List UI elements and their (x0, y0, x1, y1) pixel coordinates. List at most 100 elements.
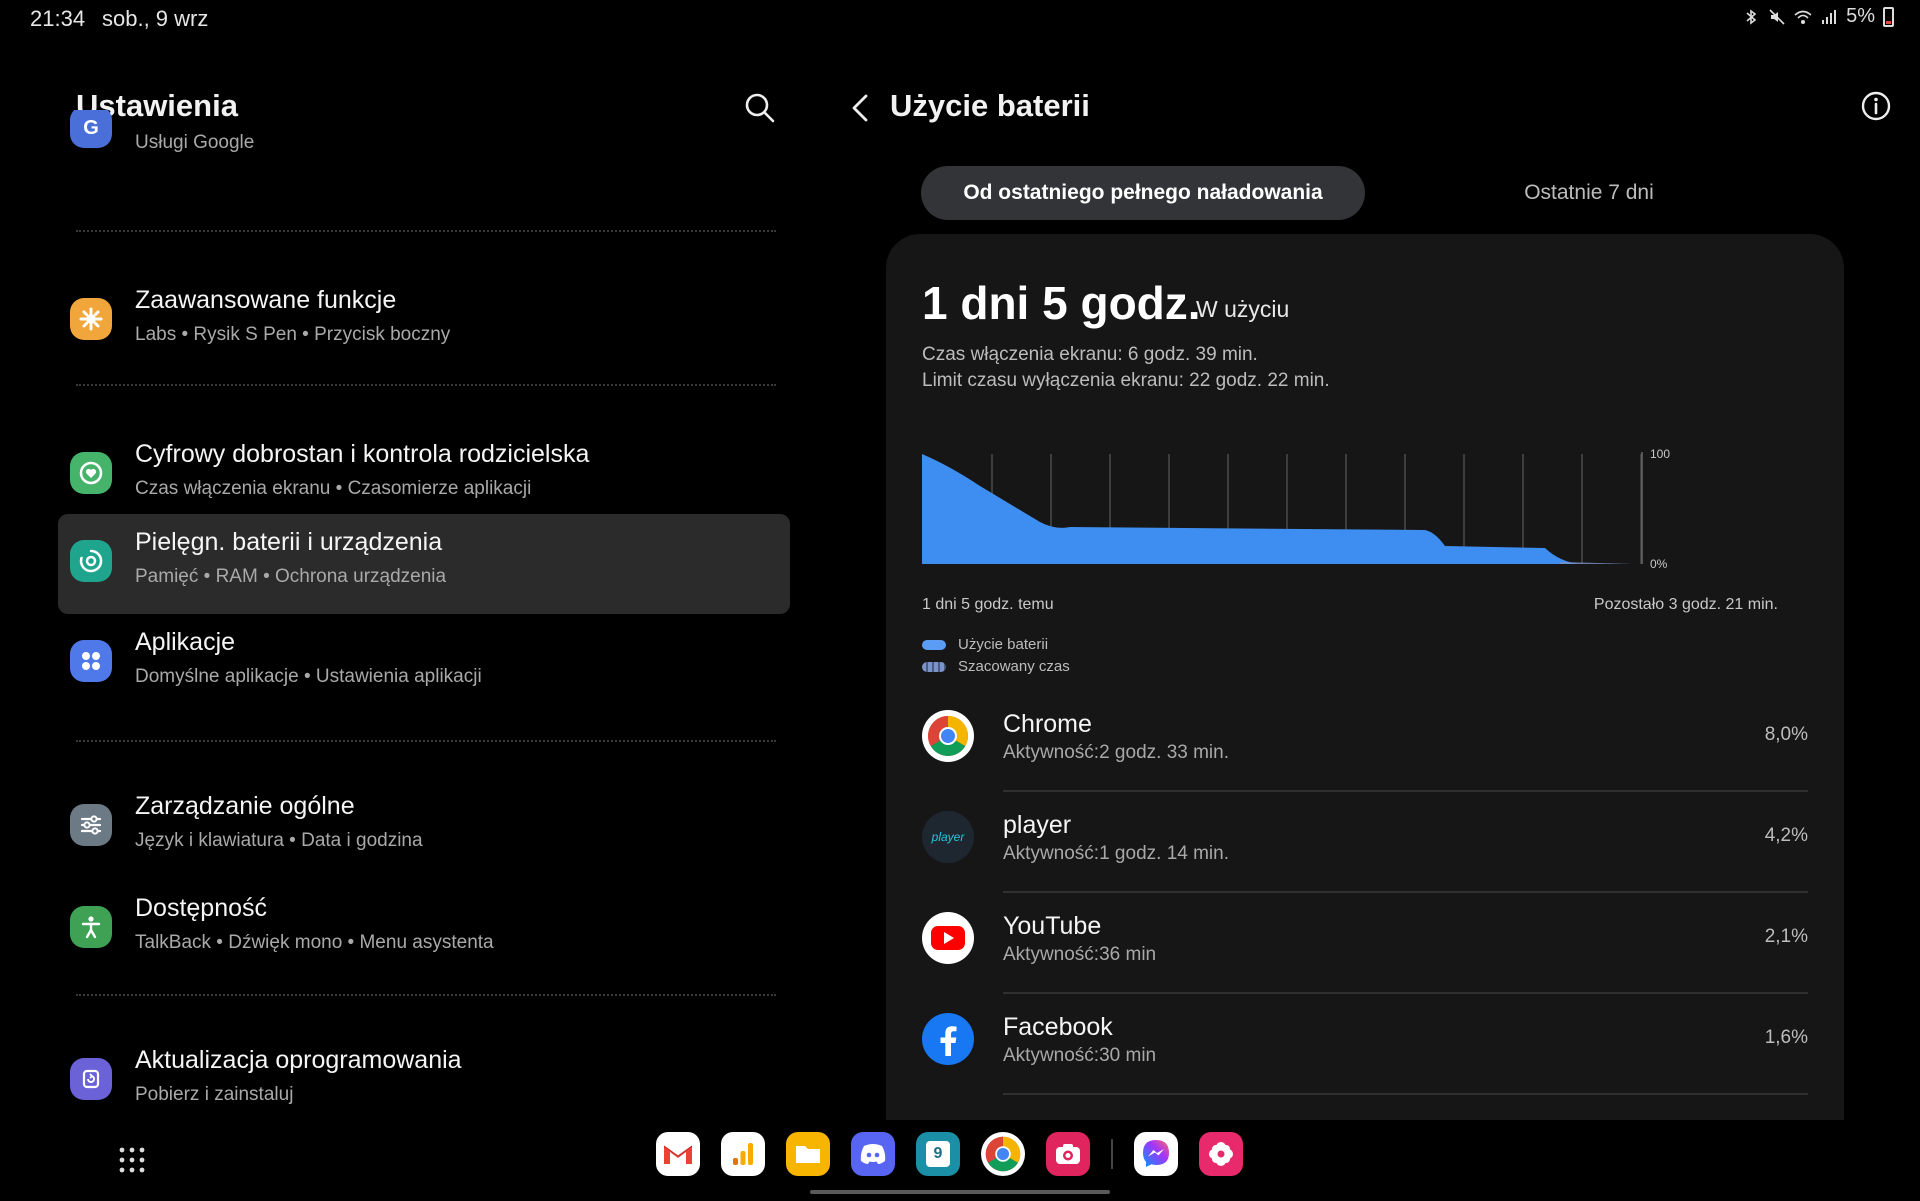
calendar-day: 9 (926, 1141, 950, 1167)
legend-item-usage: Użycie baterii (922, 636, 1048, 653)
app-percent: 1,6% (1764, 1027, 1808, 1048)
battery-usage-panel: Użycie baterii Od ostatniego pełnego nał… (820, 40, 1920, 1134)
battery-percent: 5% (1846, 5, 1875, 27)
app-activity: Aktywność:30 min (1003, 1045, 1157, 1066)
sidebar-item-subtitle: Język i klawiatura • Data i godzina (135, 830, 423, 851)
sidebar-item-subtitle: Czas włączenia ekranu • Czasomierze apli… (135, 478, 532, 499)
calendar-icon[interactable]: 9 (916, 1132, 960, 1176)
usage-duration: 1 dni 5 godz. (922, 277, 1201, 329)
sidebar-item-subtitle: Labs • Rysik S Pen • Przycisk boczny (135, 324, 451, 345)
sidebar-item-software-update[interactable]: Aktualizacja oprogramowania Pobierz i za… (58, 1032, 790, 1132)
app-percent: 2,1% (1764, 926, 1808, 947)
screen-on-time: Czas włączenia ekranu: 6 godz. 39 min. (922, 344, 1258, 365)
legend-swatch (922, 639, 946, 650)
device-care-icon (70, 540, 112, 582)
legend-swatch (922, 661, 946, 672)
page-title: Użycie baterii (890, 88, 1090, 123)
player-icon-text: player (931, 830, 965, 844)
sidebar-item-label: Zaawansowane funkcje (135, 286, 397, 314)
app-name: player (1003, 811, 1072, 839)
messenger-icon[interactable] (1134, 1132, 1178, 1176)
divider (76, 740, 776, 742)
flower-icon[interactable] (1199, 1132, 1243, 1176)
list-item-chrome[interactable]: Chrome Aktywność:2 godz. 33 min. 8,0% (886, 692, 1844, 792)
sidebar-item-apps[interactable]: Aplikacje Domyślne aplikacje • Ustawieni… (58, 614, 790, 714)
sidebar-item-label: Aplikacje (135, 628, 236, 656)
google-icon: G (70, 110, 112, 148)
sidebar-item-google[interactable]: G Usługi Google (58, 110, 790, 170)
gmail-icon[interactable] (656, 1132, 700, 1176)
sidebar-item-general-management[interactable]: Zarządzanie ogólne Język i klawiatura • … (58, 778, 790, 878)
divider (1003, 1093, 1808, 1095)
list-item-youtube[interactable]: YouTube Aktywność:36 min 2,1% (886, 894, 1844, 994)
legend-item-estimated: Szacowany czas (922, 658, 1070, 675)
star-gear-icon (70, 298, 112, 340)
settings-panel: Ustawienia G Usługi Google Zaawansowane … (0, 40, 800, 1120)
app-name: Facebook (1003, 1013, 1113, 1041)
apps-icon (70, 640, 112, 682)
chrome-icon (922, 710, 974, 762)
status-date: sob., 9 wrz (102, 6, 209, 31)
taskbar: 9 (0, 1120, 1920, 1201)
legend-label: Szacowany czas (958, 658, 1070, 675)
app-activity: Aktywność:36 min (1003, 944, 1157, 965)
app-percent: 4,2% (1764, 825, 1808, 846)
divider (1003, 992, 1808, 994)
list-item-player[interactable]: player player Aktywność:1 godz. 14 min. … (886, 793, 1844, 893)
sidebar-item-subtitle: Usługi Google (135, 132, 255, 153)
chart-end-label: Pozostało 3 godz. 21 min. (1593, 596, 1778, 613)
facebook-icon (922, 1013, 974, 1065)
sidebar-item-label: Cyfrowy dobrostan i kontrola rodzicielsk… (135, 440, 590, 468)
screen-off-time: Limit czasu wyłączenia ekranu: 22 godz. … (922, 370, 1330, 391)
dock: 9 (656, 1132, 1243, 1176)
wellbeing-icon (70, 452, 112, 494)
status-time: 21:34 (30, 6, 86, 31)
divider (1003, 790, 1808, 792)
tab-since-full-charge[interactable]: Od ostatniego pełnego naładowania (921, 166, 1365, 220)
app-activity: Aktywność:1 godz. 14 min. (1003, 843, 1229, 864)
sidebar-item-subtitle: Pobierz i zainstaluj (135, 1084, 294, 1105)
sidebar-item-label: Pielęgn. baterii i urządzenia (135, 528, 443, 556)
sidebar-item-label: Dostępność (135, 894, 268, 922)
battery-icon (1883, 6, 1894, 27)
sidebar-item-subtitle: Domyślne aplikacje • Ustawienia aplikacj… (135, 666, 482, 687)
divider (76, 994, 776, 996)
app-drawer-icon[interactable] (118, 1146, 146, 1174)
app-name: YouTube (1003, 912, 1102, 940)
sidebar-item-subtitle: TalkBack • Dźwięk mono • Menu asystenta (135, 932, 494, 953)
divider (76, 230, 776, 232)
info-icon[interactable] (1860, 90, 1892, 122)
back-icon[interactable] (846, 90, 876, 126)
app-name: Chrome (1003, 710, 1092, 738)
period-tabs: Od ostatniego pełnego naładowania Ostatn… (921, 166, 1811, 220)
divider (76, 384, 776, 386)
wifi-icon (1794, 10, 1812, 24)
battery-chart: 100 0% (922, 447, 1670, 571)
player-icon: player (922, 811, 974, 863)
chart-axis-bottom-label: 0% (1650, 557, 1668, 571)
sidebar-item-advanced-features[interactable]: Zaawansowane funkcje Labs • Rysik S Pen … (58, 272, 790, 372)
home-indicator[interactable] (810, 1190, 1110, 1194)
chrome-icon[interactable] (981, 1132, 1025, 1176)
sidebar-item-device-care[interactable]: Pielęgn. baterii i urządzenia Pamięć • R… (58, 514, 790, 614)
tab-last-7-days[interactable]: Ostatnie 7 dni (1367, 166, 1811, 220)
dock-separator (1111, 1139, 1113, 1169)
svg-text:G: G (83, 117, 99, 139)
sidebar-item-accessibility[interactable]: Dostępność TalkBack • Dźwięk mono • Menu… (58, 880, 790, 980)
battery-usage-card: 1 dni 5 godz. W użyciu Czas włączenia ek… (886, 234, 1844, 1134)
signal-icon (1822, 9, 1837, 24)
mute-icon (1769, 8, 1785, 25)
status-icons: 5% (1742, 5, 1894, 28)
usage-label: W użyciu (1196, 296, 1290, 322)
sidebar-item-subtitle: Pamięć • RAM • Ochrona urządzenia (135, 566, 447, 587)
divider (1003, 891, 1808, 893)
app-activity: Aktywność:2 godz. 33 min. (1003, 742, 1229, 763)
discord-icon[interactable] (851, 1132, 895, 1176)
analytics-icon[interactable] (721, 1132, 765, 1176)
camera-icon[interactable] (1046, 1132, 1090, 1176)
sidebar-item-digital-wellbeing[interactable]: Cyfrowy dobrostan i kontrola rodzicielsk… (58, 426, 790, 526)
list-item-facebook[interactable]: Facebook Aktywność:30 min 1,6% (886, 995, 1844, 1095)
files-icon[interactable] (786, 1132, 830, 1176)
chart-axis-top-label: 100 (1650, 447, 1670, 461)
legend-label: Użycie baterii (958, 636, 1049, 653)
